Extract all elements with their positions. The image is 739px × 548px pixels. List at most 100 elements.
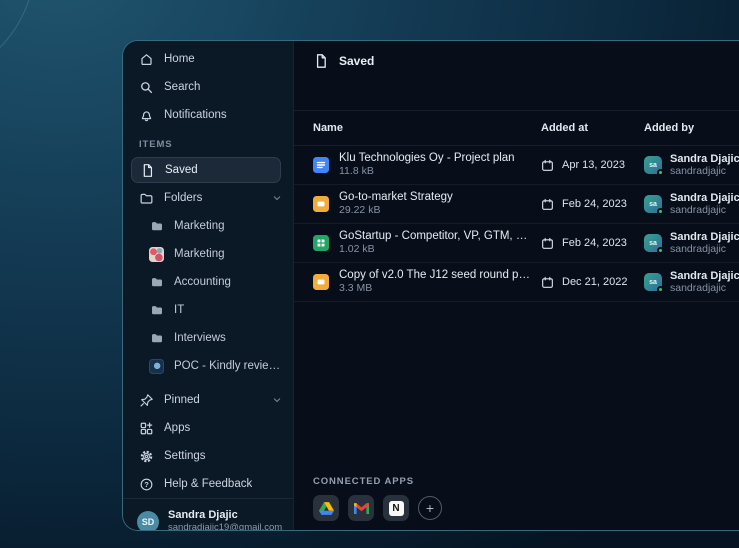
sidebar-item-apps[interactable]: Apps: [123, 414, 293, 442]
sidebar-item-marketing-1[interactable]: Marketing: [123, 212, 293, 240]
added-by-name: Sandra Djajic: [670, 153, 739, 166]
user-account[interactable]: SD Sandra Djajic sandradjajic19@gmail.co…: [123, 505, 293, 531]
google-drive-icon: [319, 502, 334, 515]
added-by-info: Sandra Djajic sandradjajic: [670, 231, 739, 256]
connected-apps-section: CONNECTED APPS N +: [294, 476, 739, 530]
added-by-name: Sandra Djajic: [670, 270, 739, 283]
sidebar-item-label: Accounting: [174, 276, 231, 288]
bell-icon: [139, 108, 154, 123]
gmail-app-button[interactable]: [348, 495, 374, 521]
gmail-icon: [354, 502, 369, 514]
sidebar-item-interviews[interactable]: Interviews: [123, 324, 293, 352]
add-connected-app-button[interactable]: +: [418, 496, 442, 520]
document-size: 11.8 kB: [339, 165, 515, 178]
folder-icon: [149, 303, 164, 318]
added-at-cell: Feb 24, 2023: [541, 198, 644, 211]
folder-icon: [149, 275, 164, 290]
added-by-username: sandradjajic: [670, 282, 739, 295]
added-by-username: sandradjajic: [670, 243, 739, 256]
google-drive-app-button[interactable]: [313, 495, 339, 521]
search-icon: [139, 80, 154, 95]
sidebar-divider: [123, 498, 293, 499]
table-row[interactable]: Klu Technologies Oy - Project plan 11.8 …: [294, 146, 739, 185]
added-at-date: Apr 13, 2023: [562, 159, 625, 171]
help-icon: ?: [139, 477, 154, 492]
sidebar-item-label: Folders: [164, 192, 202, 204]
notion-icon: N: [389, 501, 404, 516]
added-by-name: Sandra Djajic: [670, 231, 739, 244]
page-header: Saved: [294, 41, 739, 111]
user-email: sandradjajic19@gmail.com: [168, 522, 282, 531]
folder-icon: [149, 331, 164, 346]
chevron-down-icon: [271, 394, 283, 406]
sidebar-item-label: Search: [164, 81, 200, 93]
sidebar-item-folders[interactable]: Folders: [123, 184, 293, 212]
sidebar-item-settings[interactable]: Settings: [123, 442, 293, 470]
calendar-icon: [541, 159, 554, 172]
sidebar-item-label: Settings: [164, 450, 206, 462]
presence-dot: [657, 208, 664, 215]
avatar: sa: [644, 156, 662, 174]
chevron-down-icon: [271, 192, 283, 204]
sidebar-item-it[interactable]: IT: [123, 296, 293, 324]
added-at-date: Dec 21, 2022: [562, 276, 627, 288]
sidebar-item-saved[interactable]: Saved: [131, 157, 281, 183]
table-row[interactable]: GoStartup - Competitor, VP, GTM, Milesto…: [294, 224, 739, 263]
added-at-cell: Feb 24, 2023: [541, 237, 644, 250]
added-by-cell: sa Sandra Djajic sandradjajic: [644, 192, 739, 217]
folder-icon: [149, 219, 164, 234]
added-at-cell: Dec 21, 2022: [541, 276, 644, 289]
sidebar-item-label: Help & Feedback: [164, 478, 252, 490]
sidebar-item-help-feedback[interactable]: ? Help & Feedback: [123, 470, 293, 498]
sidebar-item-label: Apps: [164, 422, 190, 434]
svg-text:?: ?: [144, 480, 149, 489]
notion-app-button[interactable]: N: [383, 495, 409, 521]
sidebar: Home Search Notifications ITEMS Saved: [123, 41, 294, 530]
calendar-icon: [541, 276, 554, 289]
sidebar-item-search[interactable]: Search: [123, 73, 293, 101]
column-header-added-at: Added at: [541, 122, 644, 134]
document-info: Copy of v2.0 The J12 seed round pitch de…: [339, 269, 531, 295]
sidebar-item-poc[interactable]: POC - Kindly review...: [123, 352, 293, 380]
user-name: Sandra Djajic: [168, 509, 282, 522]
sidebar-item-label: Marketing: [174, 220, 225, 232]
added-by-info: Sandra Djajic sandradjajic: [670, 192, 739, 217]
sidebar-item-pinned[interactable]: Pinned: [123, 386, 293, 414]
page-title: Saved: [339, 53, 374, 68]
sidebar-item-label: Pinned: [164, 394, 200, 406]
sidebar-item-accounting[interactable]: Accounting: [123, 268, 293, 296]
added-at-date: Feb 24, 2023: [562, 237, 627, 249]
document-size: 3.3 MB: [339, 282, 531, 295]
apps-icon: [139, 421, 154, 436]
column-header-added-by: Added by: [644, 122, 739, 134]
calendar-icon: [541, 198, 554, 211]
folder-icon: [139, 191, 154, 206]
document-info: Klu Technologies Oy - Project plan 11.8 …: [339, 152, 515, 178]
sidebar-item-home[interactable]: Home: [123, 45, 293, 73]
sidebar-item-label: Saved: [165, 164, 198, 176]
google-slides-icon: [313, 196, 329, 212]
calendar-icon: [541, 237, 554, 250]
sidebar-item-label: Marketing: [174, 248, 225, 260]
presence-dot: [657, 247, 664, 254]
page-thumbnail-icon: [149, 359, 164, 374]
app-window: Home Search Notifications ITEMS Saved: [122, 40, 739, 531]
gear-icon: [139, 449, 154, 464]
document-info: Go-to-market Strategy 29.22 kB: [339, 191, 453, 217]
items-section-label: ITEMS: [123, 129, 293, 156]
sidebar-item-label: Interviews: [174, 332, 226, 344]
user-info: Sandra Djajic sandradjajic19@gmail.com: [168, 509, 282, 531]
sidebar-item-marketing-2[interactable]: Marketing: [123, 240, 293, 268]
presence-dot: [657, 169, 664, 176]
document-title: Copy of v2.0 The J12 seed round pitch de…: [339, 269, 531, 282]
table-row[interactable]: Copy of v2.0 The J12 seed round pitch de…: [294, 263, 739, 302]
file-icon: [140, 163, 155, 178]
document-size: 29.22 kB: [339, 204, 453, 217]
table-row[interactable]: Go-to-market Strategy 29.22 kB Feb 24, 2…: [294, 185, 739, 224]
sidebar-item-notifications[interactable]: Notifications: [123, 101, 293, 129]
document-info: GoStartup - Competitor, VP, GTM, Milesto…: [339, 230, 531, 256]
sidebar-item-label: Notifications: [164, 109, 227, 121]
avatar: sa: [644, 273, 662, 291]
avatar: sa: [644, 195, 662, 213]
document-size: 1.02 kB: [339, 243, 531, 256]
